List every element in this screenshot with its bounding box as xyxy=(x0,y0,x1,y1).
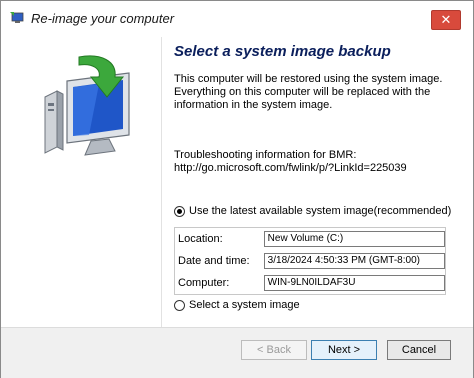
datetime-label: Date and time: xyxy=(178,255,250,267)
troubleshooting-label: Troubleshooting information for BMR: xyxy=(174,149,357,161)
computer-label: Computer: xyxy=(178,277,230,289)
radio-latest-image[interactable] xyxy=(174,205,185,217)
description-line: Everything on this computer will be repl… xyxy=(174,86,431,98)
location-value: New Volume (C:) xyxy=(263,231,445,247)
location-label: Location: xyxy=(178,233,223,245)
location-row: Location: New Volume (C:) xyxy=(175,228,445,250)
back-button[interactable]: < Back xyxy=(241,340,307,360)
next-button[interactable]: Next > xyxy=(311,340,377,360)
description-line: information in the system image. xyxy=(174,99,333,111)
troubleshooting-link[interactable]: http://go.microsoft.com/fwlink/p/?LinkId… xyxy=(174,162,454,175)
cancel-button[interactable]: Cancel xyxy=(387,340,451,360)
reimage-dialog: Re-image your computer ✕ Select a system… xyxy=(0,0,474,378)
computer-row: Computer: WIN-9LN0ILDAF3U xyxy=(175,272,445,294)
button-bar: < Back Next > Cancel xyxy=(1,327,473,378)
radio-select-image[interactable] xyxy=(174,299,185,311)
window-title: Re-image your computer xyxy=(31,11,175,26)
computer-restore-icon xyxy=(10,12,24,23)
option-select-image[interactable]: Select a system image xyxy=(174,297,300,313)
description-line: This computer will be restored using the… xyxy=(174,73,443,85)
system-image-info: Location: New Volume (C:) Date and time:… xyxy=(174,227,446,295)
description-text: This computer will be restored using the… xyxy=(174,73,444,112)
datetime-value: 3/18/2024 4:50:33 PM (GMT-8:00) xyxy=(263,253,445,269)
computer-value: WIN-9LN0ILDAF3U xyxy=(263,275,445,291)
main-content: Select a system image backup This comput… xyxy=(161,37,466,327)
troubleshooting-info: Troubleshooting information for BMR: htt… xyxy=(174,149,454,175)
left-illustration-panel xyxy=(9,37,161,327)
datetime-row: Date and time: 3/18/2024 4:50:33 PM (GMT… xyxy=(175,250,445,272)
option-select-label: Select a system image xyxy=(189,299,300,311)
option-latest-label: Use the latest available system image(re… xyxy=(189,205,452,217)
monitor-restore-arrow-icon xyxy=(44,55,130,156)
page-title: Select a system image backup xyxy=(174,43,391,60)
close-button[interactable]: ✕ xyxy=(431,10,461,30)
option-latest-image[interactable]: Use the latest available system image(re… xyxy=(174,203,451,219)
title-bar: Re-image your computer ✕ xyxy=(1,1,473,37)
